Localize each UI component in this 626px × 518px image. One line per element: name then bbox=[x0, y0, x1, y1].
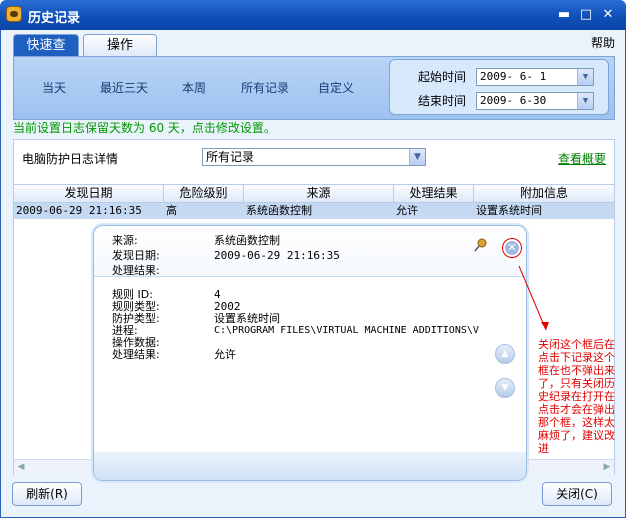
popup-header: 来源: 系统函数控制 发现日期: 2009-06-29 21:16:35 处理结… bbox=[94, 226, 526, 277]
annotation-note: 关闭这个框后在点击下记录这个框在也不弹出来了，只有关闭历史纪录在打开在点击才会在… bbox=[538, 338, 615, 455]
chevron-down-icon[interactable]: ▼ bbox=[409, 149, 425, 165]
option-this-week[interactable]: 本周 bbox=[182, 79, 206, 96]
option-all-records[interactable]: 所有记录 bbox=[241, 79, 289, 96]
end-time-label: 结束时间 bbox=[418, 94, 467, 108]
detail-value: C:\PROGRAM FILES\VIRTUAL MACHINE ADDITIO… bbox=[214, 325, 479, 336]
column-header-result[interactable]: 处理结果 bbox=[394, 185, 474, 202]
refresh-button[interactable]: 刷新(R) bbox=[12, 482, 82, 506]
start-date-picker[interactable]: 2009- 6- 1 ▼ bbox=[476, 68, 594, 86]
cell-extra: 设置系统时间 bbox=[476, 204, 542, 217]
view-summary-link[interactable]: 查看概要 bbox=[558, 150, 606, 167]
option-custom[interactable]: 自定义 bbox=[318, 79, 354, 96]
popup-date-key: 发现日期: bbox=[112, 249, 160, 262]
close-icon[interactable]: ✕ bbox=[600, 7, 616, 23]
cell-date: 2009-06-29 21:16:35 bbox=[16, 204, 142, 217]
cell-source: 系统函数控制 bbox=[246, 204, 312, 217]
quick-view-panel: 当天 最近三天 本周 所有记录 自定义 起始时间 2009- 6- 1 ▼ 结束… bbox=[13, 56, 615, 120]
option-today[interactable]: 当天 bbox=[42, 79, 66, 96]
popup-source-key: 来源: bbox=[112, 234, 138, 247]
chevron-down-icon[interactable]: ▼ bbox=[577, 69, 593, 85]
detail-value: 允许 bbox=[214, 348, 236, 361]
popup-footer bbox=[94, 452, 526, 480]
cell-risk: 高 bbox=[166, 204, 177, 217]
cell-result: 允许 bbox=[396, 204, 418, 217]
minimize-icon[interactable]: ▬ bbox=[556, 7, 572, 23]
scroll-down-icon[interactable]: ▼ bbox=[495, 378, 515, 398]
date-range-group: 起始时间 2009- 6- 1 ▼ 结束时间 2009- 6-30 ▼ bbox=[389, 59, 609, 115]
popup-source-value: 系统函数控制 bbox=[214, 234, 280, 247]
section-label: 电脑防护日志详情 bbox=[22, 152, 119, 166]
tab-quick-view[interactable]: 快速查看 bbox=[13, 34, 79, 75]
title-bar: 历史记录 ▬ □ ✕ bbox=[0, 0, 626, 30]
end-date-value: 2009- 6-30 bbox=[480, 94, 547, 107]
popup-result-key: 处理结果: bbox=[112, 264, 160, 277]
help-link[interactable]: 帮助 bbox=[591, 34, 615, 51]
record-filter-value: 所有记录 bbox=[206, 150, 255, 164]
retention-notice[interactable]: 当前设置日志保留天数为 60 天，点击修改设置。 bbox=[13, 119, 276, 136]
tab-operation[interactable]: 操作 bbox=[83, 34, 157, 56]
app-icon bbox=[6, 6, 22, 22]
scroll-up-icon[interactable]: ▲ bbox=[495, 344, 515, 364]
start-time-label: 起始时间 bbox=[418, 70, 467, 84]
column-header-source[interactable]: 来源 bbox=[244, 185, 394, 202]
chevron-down-icon[interactable]: ▼ bbox=[577, 93, 593, 109]
close-button[interactable]: 关闭(C) bbox=[542, 482, 612, 506]
close-icon[interactable]: ✕ bbox=[505, 241, 519, 255]
pin-icon[interactable] bbox=[474, 238, 488, 252]
record-detail-popup: 来源: 系统函数控制 发现日期: 2009-06-29 21:16:35 处理结… bbox=[93, 225, 527, 481]
column-header-extra[interactable]: 附加信息 bbox=[474, 185, 614, 202]
table-row[interactable]: 2009-06-29 21:16:35 高 系统函数控制 允许 设置系统时间 bbox=[14, 203, 614, 219]
column-header-risk[interactable]: 危险级别 bbox=[164, 185, 244, 202]
detail-key: 处理结果: bbox=[112, 348, 160, 361]
record-filter-select[interactable]: 所有记录 ▼ bbox=[202, 148, 426, 166]
table-header: 发现日期 危险级别 来源 处理结果 附加信息 bbox=[14, 184, 614, 203]
scroll-right-icon[interactable]: ▶ bbox=[600, 460, 614, 475]
end-date-picker[interactable]: 2009- 6-30 ▼ bbox=[476, 92, 594, 110]
column-header-date[interactable]: 发现日期 bbox=[14, 185, 164, 202]
window-title: 历史记录 bbox=[28, 11, 81, 26]
popup-date-value: 2009-06-29 21:16:35 bbox=[214, 249, 340, 262]
scroll-left-icon[interactable]: ◀ bbox=[14, 460, 28, 475]
popup-close-button[interactable]: ✕ bbox=[502, 238, 522, 258]
maximize-icon[interactable]: □ bbox=[578, 7, 594, 23]
start-date-value: 2009- 6- 1 bbox=[480, 70, 547, 83]
option-last-three-days[interactable]: 最近三天 bbox=[100, 79, 148, 96]
